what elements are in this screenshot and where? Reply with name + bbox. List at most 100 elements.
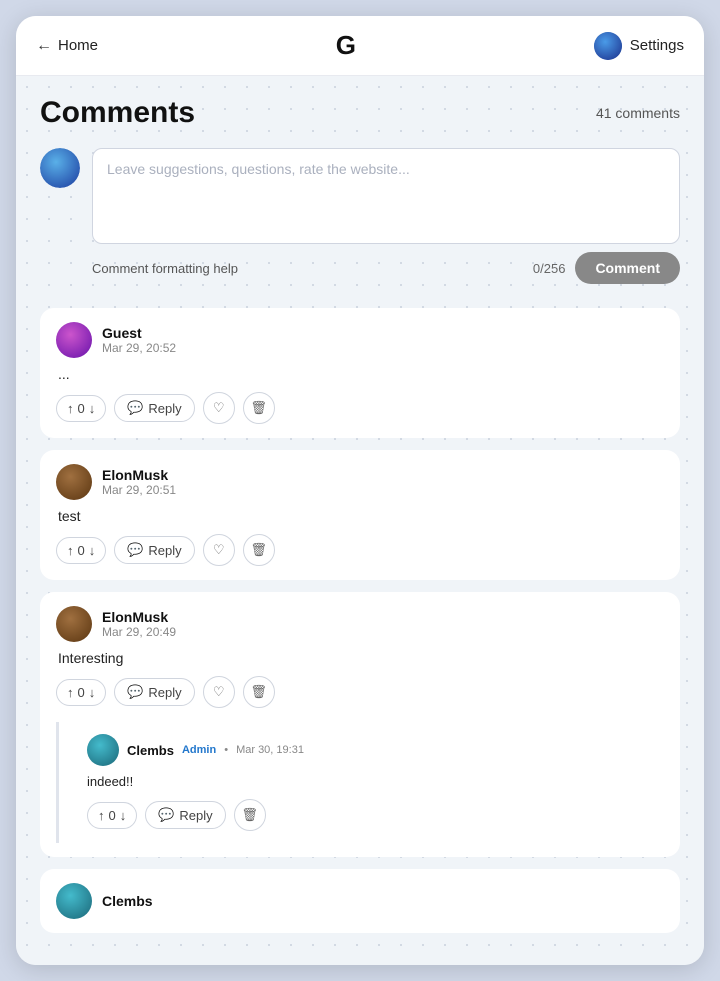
vote-count: 0 xyxy=(109,808,116,823)
comment-author: ElonMusk xyxy=(102,609,176,625)
comment-date: Mar 29, 20:51 xyxy=(102,483,176,497)
delete-button[interactable]: 🗑 xyxy=(243,676,275,708)
chat-icon: 💬 xyxy=(127,684,143,700)
trash-icon: 🗑 xyxy=(250,542,267,558)
comment-date: Mar 29, 20:49 xyxy=(102,625,176,639)
delete-button[interactable]: 🗑 xyxy=(234,799,266,831)
vote-button[interactable]: ↑ 0 ↓ xyxy=(56,395,106,422)
title-row: Comments 41 comments xyxy=(40,96,680,130)
comment-meta: ElonMusk Mar 29, 20:49 xyxy=(102,609,176,639)
action-row: ↑ 0 ↓ 💬 Reply ♡ 🗑 xyxy=(56,676,664,708)
comment-author: Guest xyxy=(102,325,176,341)
vote-button[interactable]: ↑ 0 ↓ xyxy=(87,802,137,829)
settings-button[interactable]: Settings xyxy=(594,32,684,60)
avatar xyxy=(56,322,92,358)
downvote-icon: ↓ xyxy=(120,808,127,823)
reply-label: Reply xyxy=(179,808,212,823)
reply-label: Reply xyxy=(148,685,181,700)
comment-header: Guest Mar 29, 20:52 xyxy=(56,322,664,358)
trash-icon: 🗑 xyxy=(250,400,267,416)
comment-meta: Clembs xyxy=(102,893,153,909)
chat-icon: 💬 xyxy=(127,400,143,416)
comment-text: Interesting xyxy=(56,650,664,666)
like-button[interactable]: ♡ xyxy=(203,676,235,708)
like-button[interactable]: ♡ xyxy=(203,534,235,566)
heart-icon: ♡ xyxy=(213,542,225,558)
reply-block: Clembs Admin • Mar 30, 19:31 indeed!! ↑ … xyxy=(56,722,664,843)
input-footer: Comment formatting help 0/256 Comment xyxy=(40,252,680,284)
comment-text: test xyxy=(56,508,664,524)
avatar xyxy=(56,883,92,919)
app-logo: G xyxy=(336,30,356,60)
current-user-avatar xyxy=(40,148,80,188)
vote-count: 0 xyxy=(78,401,85,416)
downvote-icon: ↓ xyxy=(89,685,96,700)
vote-button[interactable]: ↑ 0 ↓ xyxy=(56,537,106,564)
settings-label: Settings xyxy=(630,37,684,54)
comment-input[interactable] xyxy=(92,148,680,244)
reply-meta: Clembs Admin • Mar 30, 19:31 xyxy=(127,743,304,758)
format-help-link[interactable]: Comment formatting help xyxy=(92,261,238,276)
reply-item: Clembs Admin • Mar 30, 19:31 indeed!! ↑ … xyxy=(73,722,664,843)
vote-count: 0 xyxy=(78,685,85,700)
trash-icon: 🗑 xyxy=(241,807,258,823)
comment-text: ... xyxy=(56,366,664,382)
reply-label: Reply xyxy=(148,543,181,558)
upvote-icon: ↑ xyxy=(98,808,105,823)
delete-button[interactable]: 🗑 xyxy=(243,392,275,424)
char-count: 0/256 xyxy=(533,261,566,276)
vote-count: 0 xyxy=(78,543,85,558)
reply-author-row: Clembs Admin • Mar 30, 19:31 xyxy=(127,743,304,758)
comment-header: Clembs xyxy=(56,883,664,919)
reply-label: Reply xyxy=(148,401,181,416)
back-label: Home xyxy=(58,37,98,54)
settings-avatar xyxy=(594,32,622,60)
reply-button[interactable]: 💬 Reply xyxy=(114,678,194,706)
input-actions: 0/256 Comment xyxy=(533,252,680,284)
downvote-icon: ↓ xyxy=(89,401,96,416)
chat-icon: 💬 xyxy=(158,807,174,823)
comment-meta: Guest Mar 29, 20:52 xyxy=(102,325,176,355)
comment-item-partial: Clembs xyxy=(40,869,680,933)
comment-input-row xyxy=(40,148,680,244)
like-button[interactable]: ♡ xyxy=(203,392,235,424)
downvote-icon: ↓ xyxy=(89,543,96,558)
reply-date-value: Mar 30, 19:31 xyxy=(236,744,304,756)
upvote-icon: ↑ xyxy=(67,401,74,416)
avatar xyxy=(56,464,92,500)
submit-comment-button[interactable]: Comment xyxy=(575,252,680,284)
content-area: Comments 41 comments Comment formatting … xyxy=(16,76,704,965)
comment-header: ElonMusk Mar 29, 20:51 xyxy=(56,464,664,500)
action-row: ↑ 0 ↓ 💬 Reply ♡ 🗑 xyxy=(56,534,664,566)
comment-date: Mar 29, 20:52 xyxy=(102,341,176,355)
back-arrow-icon: ← xyxy=(36,37,52,55)
trash-icon: 🗑 xyxy=(250,684,267,700)
reply-button[interactable]: 💬 Reply xyxy=(114,394,194,422)
delete-button[interactable]: 🗑 xyxy=(243,534,275,566)
header: ← Home G Settings xyxy=(16,16,704,76)
comment-count: 41 comments xyxy=(596,105,680,121)
avatar xyxy=(56,606,92,642)
reply-header: Clembs Admin • Mar 30, 19:31 xyxy=(87,734,650,766)
heart-icon: ♡ xyxy=(213,684,225,700)
reply-button[interactable]: 💬 Reply xyxy=(145,801,225,829)
vote-button[interactable]: ↑ 0 ↓ xyxy=(56,679,106,706)
app-window: ← Home G Settings Comments 41 comments xyxy=(16,16,704,965)
comment-item: ElonMusk Mar 29, 20:51 test ↑ 0 ↓ 💬 Repl… xyxy=(40,450,680,580)
reply-button[interactable]: 💬 Reply xyxy=(114,536,194,564)
logo-area: G xyxy=(336,30,356,61)
admin-badge: Admin xyxy=(182,744,216,756)
reply-author: Clembs xyxy=(127,743,174,758)
reply-text: indeed!! xyxy=(87,774,650,789)
reply-action-row: ↑ 0 ↓ 💬 Reply 🗑 xyxy=(87,799,650,831)
back-button[interactable]: ← Home xyxy=(36,37,98,55)
reply-date: • xyxy=(224,744,228,756)
comment-author: ElonMusk xyxy=(102,467,176,483)
comment-header: ElonMusk Mar 29, 20:49 xyxy=(56,606,664,642)
upvote-icon: ↑ xyxy=(67,685,74,700)
upvote-icon: ↑ xyxy=(67,543,74,558)
comment-author: Clembs xyxy=(102,893,153,909)
comment-item: Guest Mar 29, 20:52 ... ↑ 0 ↓ 💬 Reply ♡ xyxy=(40,308,680,438)
chat-icon: 💬 xyxy=(127,542,143,558)
reply-avatar xyxy=(87,734,119,766)
